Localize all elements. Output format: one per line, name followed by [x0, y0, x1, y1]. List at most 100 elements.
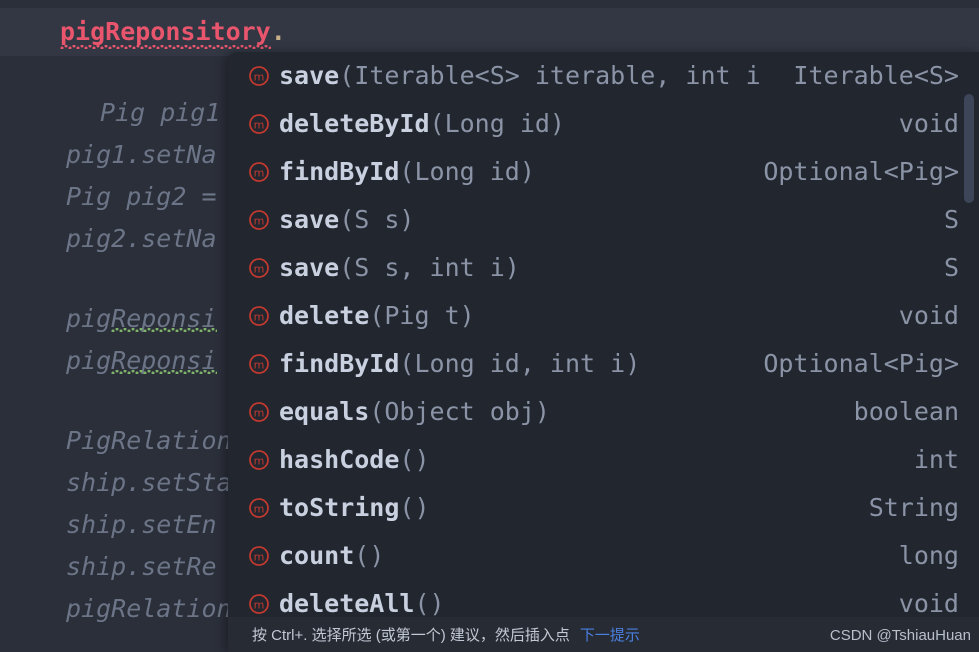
code-line: Pig pig2 = — [66, 182, 217, 211]
method-icon: m — [248, 161, 270, 183]
completion-item[interactable]: m findById(Long id, int i) Optional<Pig> — [228, 340, 979, 388]
completion-scrollbar[interactable] — [962, 72, 976, 617]
completion-signature: hashCode() — [279, 445, 430, 475]
method-icon: m — [248, 593, 270, 615]
completion-item[interactable]: m hashCode() int — [228, 436, 979, 484]
csdn-watermark: CSDN @TshiauHuan — [829, 627, 971, 644]
completion-return-type: Optional<Pig> — [763, 157, 959, 186]
completion-parameters: () — [399, 493, 430, 522]
completion-parameters: () — [399, 445, 430, 474]
completion-return-type: String — [868, 493, 959, 522]
completion-parameters: () — [414, 589, 445, 617]
code-line: pigReponsi — [66, 340, 217, 382]
completion-item[interactable]: m findById(Long id) Optional<Pig> — [228, 148, 979, 196]
completion-item[interactable]: m deleteAll() void — [228, 580, 979, 617]
completion-item[interactable]: m equals(Object obj) boolean — [228, 388, 979, 436]
completion-parameters: (S s) — [339, 205, 415, 234]
completion-signature: toString() — [279, 493, 430, 523]
completion-method-name: save — [279, 61, 340, 90]
completion-signature: save(S s, int i) — [279, 253, 520, 283]
completion-signature: save(S s) — [279, 205, 414, 235]
completion-item[interactable]: m delete(Pig t) void — [228, 292, 979, 340]
method-icon: m — [248, 257, 270, 279]
completion-item[interactable]: m count() long — [228, 532, 979, 580]
completion-return-type: Optional<Pig> — [763, 349, 959, 378]
caret-code-line: pigReponsitory. — [60, 12, 286, 52]
code-line: ship.setRe — [66, 552, 217, 581]
completion-hint-text: 按 Ctrl+. 选择所选 (或第一个) 建议，然后插入点 — [252, 627, 570, 644]
completion-item[interactable]: m save(Iterable<S> iterable, int i Iterabl… — [228, 52, 979, 100]
completion-list[interactable]: m save(Iterable<S> iterable, int i Iterabl… — [228, 52, 979, 617]
completion-method-name: findById — [279, 157, 400, 186]
method-icon: m — [248, 497, 270, 519]
svg-text:m: m — [254, 599, 265, 612]
completion-signature: findById(Long id) — [279, 157, 535, 187]
member-access-dot: . — [270, 17, 286, 46]
completion-item[interactable]: m deleteById(Long id) void — [228, 100, 979, 148]
completion-signature: delete(Pig t) — [279, 301, 475, 331]
completion-parameters: (Object obj) — [369, 397, 550, 426]
completion-method-name: equals — [279, 397, 370, 426]
svg-text:m: m — [254, 167, 265, 180]
method-icon: m — [248, 401, 270, 423]
completion-item[interactable]: m toString() String — [228, 484, 979, 532]
code-line: pigReponsi — [66, 298, 217, 340]
code-line-text: pig — [66, 346, 112, 375]
warning-underlined-text: Reponsi — [111, 304, 217, 333]
completion-parameters: (Long id, int i) — [399, 349, 641, 378]
completion-signature: findById(Long id, int i) — [279, 349, 640, 379]
completion-parameters: (Iterable<S> iterable, int i — [339, 61, 761, 90]
completion-method-name: toString — [279, 493, 400, 522]
svg-text:m: m — [254, 455, 265, 468]
next-tip-link[interactable]: 下一提示 — [580, 624, 640, 645]
method-icon: m — [248, 209, 270, 231]
completion-item[interactable]: m save(S s, int i) S — [228, 244, 979, 292]
method-icon: m — [248, 545, 270, 567]
error-identifier: pigReponsitory — [60, 17, 271, 46]
completion-return-type: boolean — [853, 397, 959, 426]
code-line: pig2.setNa — [66, 224, 217, 253]
completion-signature: deleteById(Long id) — [279, 109, 565, 139]
ide-screenshot: pigReponsitory. Pig pig1 pig1.setNa Pig pi… — [0, 0, 979, 652]
completion-signature: equals(Object obj) — [279, 397, 550, 427]
method-icon: m — [248, 353, 270, 375]
code-line: PigRelation — [66, 426, 232, 455]
completion-method-name: save — [279, 253, 340, 282]
completion-signature: deleteAll() — [279, 589, 445, 617]
completion-item[interactable]: m save(S s) S — [228, 196, 979, 244]
method-icon: m — [248, 113, 270, 135]
completion-return-type: long — [898, 541, 959, 570]
code-completion-popup[interactable]: m save(Iterable<S> iterable, int i Iterabl… — [228, 52, 979, 652]
completion-return-type: S — [943, 253, 959, 282]
completion-method-name: save — [279, 205, 340, 234]
svg-text:m: m — [254, 407, 265, 420]
warning-underlined-text: Reponsi — [111, 346, 217, 375]
code-line: Pig pig1 — [100, 98, 221, 127]
completion-method-name: deleteById — [279, 109, 430, 138]
completion-parameters: (Long id) — [399, 157, 535, 186]
method-icon: m — [248, 449, 270, 471]
completion-scrollbar-thumb[interactable] — [964, 94, 974, 203]
svg-text:m: m — [254, 359, 265, 372]
code-line-text: pig — [66, 304, 112, 333]
svg-text:m: m — [254, 119, 265, 132]
completion-parameters: (S s, int i) — [339, 253, 520, 282]
completion-signature: save(Iterable<S> iterable, int i — [279, 61, 761, 91]
svg-text:m: m — [254, 311, 265, 324]
completion-method-name: deleteAll — [279, 589, 415, 617]
completion-return-type: void — [898, 301, 959, 330]
svg-text:m: m — [254, 503, 265, 516]
completion-return-type: Iterable<S> — [793, 61, 959, 90]
completion-method-name: count — [279, 541, 355, 570]
completion-signature: count() — [279, 541, 384, 571]
completion-return-type: S — [943, 205, 959, 234]
completion-return-type: void — [898, 589, 959, 617]
code-line: ship.setEn — [66, 510, 217, 539]
completion-return-type: int — [913, 445, 959, 474]
code-line: ship.setSta — [66, 468, 232, 497]
completion-return-type: void — [898, 109, 959, 138]
method-icon: m — [248, 65, 270, 87]
svg-text:m: m — [254, 71, 265, 84]
code-line: pig1.setNa — [66, 140, 217, 169]
completion-parameters: (Pig t) — [369, 301, 475, 330]
